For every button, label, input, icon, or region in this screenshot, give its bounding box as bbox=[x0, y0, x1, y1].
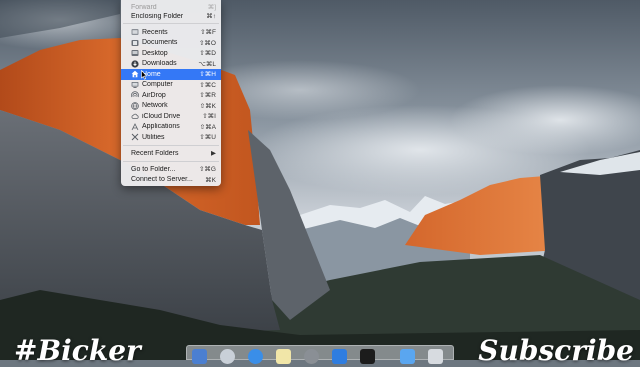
menu-item-label: Enclosing Folder bbox=[131, 12, 184, 20]
menu-item-label: iCloud Drive bbox=[142, 112, 181, 120]
menu-item-airdrop[interactable]: AirDrop ⇧⌘R bbox=[121, 90, 221, 101]
menu-item-downloads[interactable]: Downloads ⌥⌘L bbox=[121, 59, 221, 70]
xcode-icon[interactable] bbox=[332, 349, 347, 364]
menu-item-recent-folders[interactable]: Recent Folders ▶ bbox=[121, 148, 221, 159]
go-menu: Forward ⌘] Enclosing Folder ⌘↑ Recents ⇧… bbox=[121, 0, 221, 186]
system-preferences-icon[interactable] bbox=[248, 349, 263, 364]
watermark-subscribe: Subscribe bbox=[478, 334, 634, 367]
menu-item-shortcut: ⇧⌘R bbox=[199, 92, 216, 100]
menu-item-utilities[interactable]: Utilities ⇧⌘U bbox=[121, 132, 221, 143]
menu-item-label: Connect to Server... bbox=[131, 176, 193, 184]
notes-icon[interactable] bbox=[276, 349, 291, 364]
menu-item-label: Home bbox=[142, 70, 161, 78]
menu-item-connect-to-server[interactable]: Connect to Server... ⌘K bbox=[121, 175, 221, 186]
menu-item-recents[interactable]: Recents ⇧⌘F bbox=[121, 27, 221, 38]
menu-item-label: Network bbox=[142, 102, 168, 110]
menu-item-shortcut: ⇧⌘D bbox=[199, 50, 216, 58]
menu-item-icloud-drive[interactable]: iCloud Drive ⇧⌘I bbox=[121, 111, 221, 122]
menu-item-network[interactable]: Network ⇧⌘K bbox=[121, 101, 221, 112]
recents-icon bbox=[131, 28, 139, 36]
menu-item-shortcut: ⇧⌘F bbox=[200, 29, 216, 37]
menu-item-label: AirDrop bbox=[142, 91, 166, 99]
menu-item-shortcut: ⇧⌘O bbox=[198, 39, 216, 47]
menu-item-label: Computer bbox=[142, 81, 173, 89]
menu-item-label: Go to Folder... bbox=[131, 165, 176, 173]
home-icon bbox=[131, 70, 139, 78]
safari-icon[interactable] bbox=[220, 349, 235, 364]
menu-item-go-to-folder[interactable]: Go to Folder... ⇧⌘G bbox=[121, 164, 221, 175]
menu-item-label: Recents bbox=[142, 28, 168, 36]
mouse-pointer-icon bbox=[141, 70, 147, 80]
menu-item-computer[interactable]: Computer ⇧⌘C bbox=[121, 80, 221, 91]
menu-item-shortcut: ⇧⌘U bbox=[199, 134, 216, 142]
trash-icon[interactable] bbox=[428, 349, 443, 364]
airdrop-icon bbox=[131, 91, 139, 99]
documents-icon bbox=[131, 39, 139, 47]
menu-item-shortcut: ⇧⌘H bbox=[199, 71, 216, 79]
dock bbox=[186, 345, 454, 364]
preview-icon[interactable] bbox=[400, 349, 415, 364]
watermark-left: #Bicker bbox=[14, 334, 141, 367]
menu-item-shortcut: ⌘K bbox=[205, 176, 216, 184]
network-icon bbox=[131, 101, 139, 110]
menu-item-label: Recent Folders bbox=[131, 149, 179, 157]
menu-item-label: Applications bbox=[142, 123, 180, 131]
menu-separator bbox=[123, 161, 219, 162]
menu-item-desktop[interactable]: Desktop ⇧⌘D bbox=[121, 48, 221, 59]
submenu-arrow-icon: ▶ bbox=[211, 150, 216, 158]
menu-item-shortcut: ⇧⌘I bbox=[202, 113, 216, 121]
menu-item-label: Desktop bbox=[142, 49, 168, 57]
downloads-icon bbox=[131, 60, 139, 68]
menu-item-shortcut: ⇧⌘A bbox=[199, 123, 216, 131]
menu-item-home[interactable]: Home ⇧⌘H bbox=[121, 69, 221, 80]
menu-item-label: Downloads bbox=[142, 60, 177, 68]
menu-item-shortcut: ⇧⌘C bbox=[199, 81, 216, 89]
utilities-icon bbox=[131, 133, 139, 141]
menu-separator bbox=[123, 145, 219, 146]
desktop-wallpaper bbox=[0, 0, 640, 360]
menu-item-documents[interactable]: Documents ⇧⌘O bbox=[121, 38, 221, 49]
computer-icon bbox=[131, 81, 139, 89]
icloud-icon bbox=[131, 112, 139, 120]
menu-item-label: Forward bbox=[131, 3, 157, 11]
menu-separator bbox=[123, 23, 219, 24]
desktop-icon bbox=[131, 49, 139, 57]
menu-item-label: Utilities bbox=[142, 133, 165, 141]
launchpad-icon[interactable] bbox=[192, 349, 207, 364]
menu-item-shortcut: ⇧⌘G bbox=[198, 166, 216, 174]
menu-item-applications[interactable]: Applications ⇧⌘A bbox=[121, 122, 221, 133]
menu-item-shortcut: ⌥⌘L bbox=[198, 60, 216, 68]
disk-utility-icon[interactable] bbox=[304, 349, 319, 364]
menu-item-shortcut: ⌘↑ bbox=[206, 13, 216, 21]
menu-item-shortcut: ⇧⌘K bbox=[199, 102, 216, 110]
menu-item-enclosing-folder[interactable]: Enclosing Folder ⌘↑ bbox=[121, 11, 221, 22]
applications-icon bbox=[131, 122, 139, 131]
terminal-icon[interactable] bbox=[360, 349, 375, 364]
menu-item-label: Documents bbox=[142, 39, 178, 47]
